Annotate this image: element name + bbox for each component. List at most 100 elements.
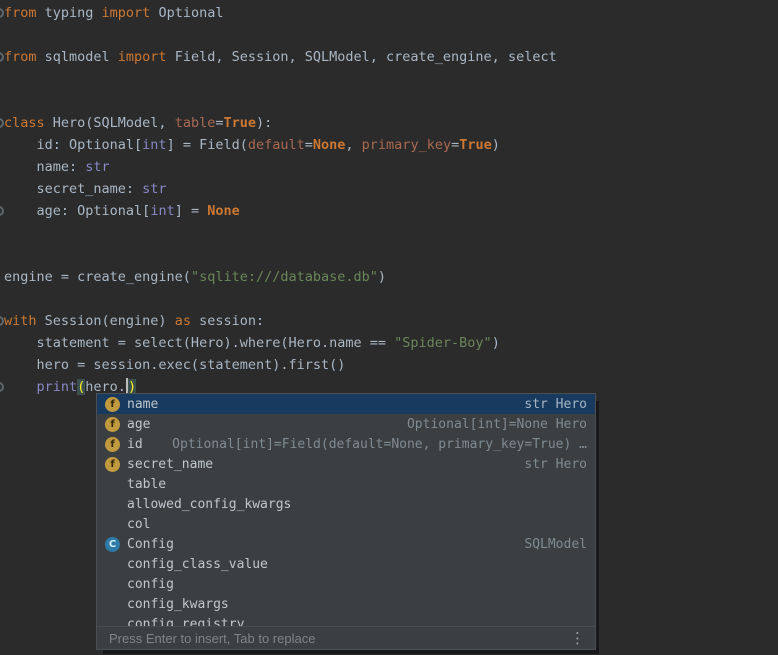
code-token: as — [175, 313, 191, 329]
code-line[interactable]: engine = create_engine("sqlite:///databa… — [0, 266, 778, 288]
completion-item-secret_name[interactable]: f secret_name str Hero — [97, 454, 595, 474]
completion-item-allowed_config_kwargs[interactable]: allowed_config_kwargs — [97, 494, 595, 514]
code-line[interactable]: with Session(engine) as session: — [0, 310, 778, 332]
completion-label: config_registry — [127, 617, 244, 627]
code-line[interactable] — [0, 244, 778, 266]
code-token: secret_name: — [4, 181, 142, 197]
completion-hint: Press Enter to insert, Tab to replace — [109, 631, 315, 646]
code-token: import — [102, 5, 151, 21]
code-token: with — [4, 313, 37, 329]
code-token: default — [248, 137, 305, 153]
code-token: import — [118, 49, 167, 65]
code-token: table — [175, 115, 216, 131]
code-token: typing — [37, 5, 102, 21]
code-token: ) — [492, 335, 500, 351]
code-token: , — [345, 137, 361, 153]
code-line[interactable] — [0, 288, 778, 310]
completion-tail: Optional[int]=None Hero — [407, 417, 587, 432]
code-token: Field, Session, SQLModel, create_engine,… — [167, 49, 557, 65]
completion-list[interactable]: fnamestr HerofageOptional[int]=None Hero… — [97, 394, 595, 626]
icon-spacer — [105, 517, 120, 532]
code-token: id: Optional[ — [4, 137, 142, 153]
completion-item-name[interactable]: fname str Hero — [97, 394, 595, 414]
completion-label: config_class_value — [127, 557, 268, 572]
icon-spacer — [105, 557, 120, 572]
field-icon: f — [105, 397, 120, 412]
code-token: print — [37, 379, 78, 395]
completion-item-Config[interactable]: CConfigSQLModel — [97, 534, 595, 554]
field-icon: f — [105, 457, 120, 472]
code-token: str — [142, 181, 166, 197]
code-token: primary_key — [362, 137, 451, 153]
completion-item-config_class_value[interactable]: config_class_value — [97, 554, 595, 574]
code-token: ) — [378, 269, 386, 285]
completion-label: allowed_config_kwargs — [127, 497, 291, 512]
completion-label: Config — [127, 537, 174, 552]
code-token: True — [223, 115, 256, 131]
completion-tail: str Hero — [524, 457, 587, 472]
code-token: int — [150, 203, 174, 219]
code-line[interactable]: statement = select(Hero).where(Hero.name… — [0, 332, 778, 354]
code-token: statement = select(Hero).where(Hero.name… — [4, 335, 394, 351]
code-line[interactable]: hero = session.exec(statement).first() — [0, 354, 778, 376]
field-icon: f — [105, 437, 120, 452]
completion-label: age — [127, 417, 150, 432]
code-line[interactable]: name: str — [0, 156, 778, 178]
code-area[interactable]: from typing import Optional from sqlmodel… — [0, 2, 778, 398]
code-token — [4, 379, 37, 395]
code-token: ): — [256, 115, 272, 131]
code-line[interactable]: from typing import Optional — [0, 2, 778, 24]
code-token: Hero(SQLModel, — [45, 115, 175, 131]
code-token: name: — [4, 159, 85, 175]
code-token: class — [4, 115, 45, 131]
code-token: True — [459, 137, 492, 153]
completion-item-id[interactable]: fidOptional[int]=Field(default=None, pri… — [97, 434, 595, 454]
code-token: session: — [191, 313, 264, 329]
code-token: ] = Field( — [167, 137, 248, 153]
code-token: = — [451, 137, 459, 153]
icon-spacer — [105, 597, 120, 612]
code-line[interactable] — [0, 90, 778, 112]
completion-footer: Press Enter to insert, Tab to replace ⋮ — [97, 626, 595, 649]
code-line[interactable]: class Hero(SQLModel, table=True): — [0, 112, 778, 134]
code-token: = — [305, 137, 313, 153]
completion-label: config — [127, 577, 174, 592]
code-token: "sqlite:///database.db" — [191, 269, 378, 285]
code-line[interactable]: secret_name: str — [0, 178, 778, 200]
code-token: Session(engine) — [37, 313, 175, 329]
icon-spacer — [105, 477, 120, 492]
code-token: "Spider-Boy" — [394, 335, 492, 351]
icon-spacer — [105, 617, 120, 627]
code-line[interactable]: age: Optional[int] = None — [0, 200, 778, 222]
code-token: None — [207, 203, 240, 219]
completion-tail: str Hero — [524, 397, 587, 412]
completion-popup: fnamestr HerofageOptional[int]=None Hero… — [96, 393, 596, 650]
code-line[interactable] — [0, 24, 778, 46]
code-token: hero = session.exec(statement).first() — [4, 357, 345, 373]
completion-item-col[interactable]: col — [97, 514, 595, 534]
code-token: from — [4, 49, 37, 65]
code-line[interactable] — [0, 68, 778, 90]
completion-label: config_kwargs — [127, 597, 229, 612]
code-line[interactable] — [0, 222, 778, 244]
completion-item-age[interactable]: fage Optional[int]=None Hero — [97, 414, 595, 434]
completion-item-config_kwargs[interactable]: config_kwargs — [97, 594, 595, 614]
code-token: ] = — [175, 203, 208, 219]
code-line[interactable]: id: Optional[int] = Field(default=None, … — [0, 134, 778, 156]
completion-item-config_registry[interactable]: config_registry — [97, 614, 595, 626]
code-token: Optional — [150, 5, 223, 21]
code-token: age: Optional[ — [4, 203, 150, 219]
code-token: None — [313, 137, 346, 153]
code-token: sqlmodel — [37, 49, 118, 65]
completion-label: secret_name — [127, 457, 213, 472]
completion-tail: Optional[int]=Field(default=None, primar… — [172, 437, 587, 452]
code-line[interactable]: from sqlmodel import Field, Session, SQL… — [0, 46, 778, 68]
completion-item-table[interactable]: table — [97, 474, 595, 494]
completion-label: name — [127, 397, 158, 412]
completion-label: col — [127, 517, 150, 532]
completion-item-config[interactable]: config — [97, 574, 595, 594]
completion-label: table — [127, 477, 166, 492]
kebab-menu-icon[interactable]: ⋮ — [570, 631, 585, 646]
field-icon: f — [105, 417, 120, 432]
icon-spacer — [105, 577, 120, 592]
